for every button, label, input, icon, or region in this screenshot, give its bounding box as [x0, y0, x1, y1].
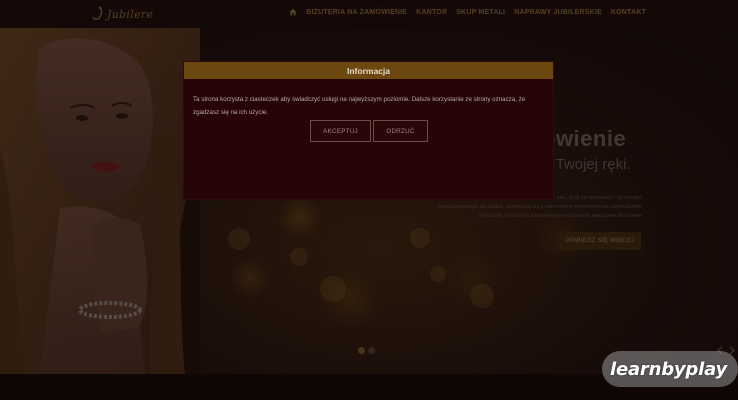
modal-body-text: Ta strona korzysta z ciasteczek aby świa…	[193, 96, 526, 116]
modal-actions: AKCEPTUJ ODRZUĆ	[310, 120, 428, 142]
modal-header: Informacja	[184, 62, 553, 79]
cookie-consent-modal: Informacja Ta strona korzysta z ciastecz…	[184, 62, 553, 199]
modal-title: Informacja	[347, 65, 390, 76]
watermark-logo: learnbyplay	[602, 351, 738, 387]
reject-cookies-button[interactable]: ODRZUĆ	[373, 120, 428, 142]
page: Jubilere BIŻUTERIA NA ZAMÓWIENIE KANTOR …	[0, 0, 738, 400]
accept-cookies-button[interactable]: AKCEPTUJ	[310, 120, 371, 142]
modal-backdrop[interactable]	[0, 0, 738, 400]
watermark-text: learnbyplay	[610, 358, 728, 380]
